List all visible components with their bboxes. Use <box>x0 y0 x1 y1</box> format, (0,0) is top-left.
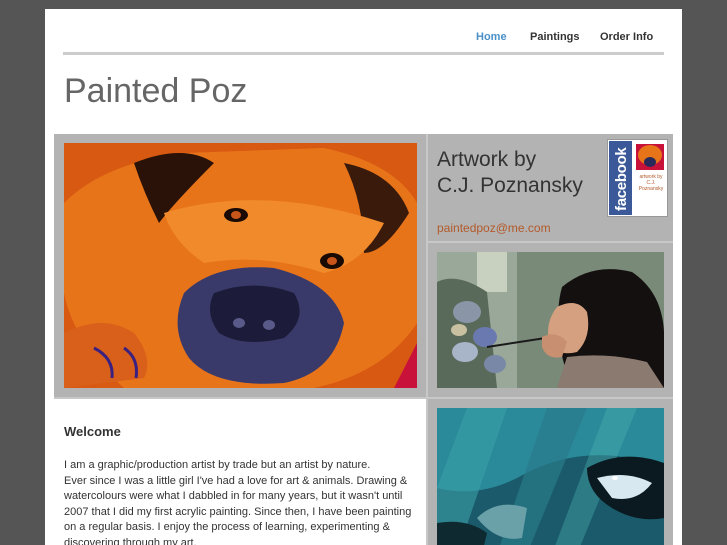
facebook-caption-line3: Poznansky <box>638 186 664 192</box>
welcome-text: I am a graphic/production artist by trad… <box>64 458 419 545</box>
facebook-caption: artwork by C.J. Poznansky <box>636 174 666 192</box>
featured-image-cell <box>54 134 426 397</box>
email-link[interactable]: paintedpoz@me.com <box>437 221 551 235</box>
orca-painting-cell <box>428 399 673 545</box>
artist-title-line2: C.J. Poznansky <box>437 174 583 197</box>
artist-title-line1: Artwork by <box>437 148 537 171</box>
orca-painting-image[interactable] <box>437 408 664 545</box>
welcome-heading: Welcome <box>64 424 121 439</box>
page-container: Home Paintings Order Info Painted Poz Ar… <box>45 9 682 545</box>
nav-item-order-info[interactable]: Order Info <box>600 31 653 43</box>
site-title: Painted Poz <box>64 72 248 110</box>
welcome-paragraph-2: Ever since I was a little girl I've had … <box>64 474 412 545</box>
nav-item-home[interactable]: Home <box>476 31 507 43</box>
artist-painting-photo[interactable] <box>437 252 664 388</box>
facebook-thumbnail-image <box>636 144 664 170</box>
main-nav: Home Paintings Order Info <box>63 9 664 55</box>
welcome-paragraph-1: I am a graphic/production artist by trad… <box>64 459 371 471</box>
facebook-badge[interactable]: facebook artwork by C.J. Poznansky <box>607 139 668 217</box>
studio-photo-cell <box>428 243 673 397</box>
artist-title: Artwork by C.J. Poznansky <box>437 147 583 199</box>
content-grid: Artwork by C.J. Poznansky paintedpoz@me.… <box>54 134 673 545</box>
facebook-icon: facebook <box>609 141 632 215</box>
nav-item-paintings[interactable]: Paintings <box>530 31 580 43</box>
welcome-cell: Welcome I am a graphic/production artist… <box>54 399 426 545</box>
dog-painting-image[interactable] <box>64 143 417 388</box>
artist-info-cell: Artwork by C.J. Poznansky paintedpoz@me.… <box>428 134 673 241</box>
facebook-label: facebook <box>613 147 630 211</box>
